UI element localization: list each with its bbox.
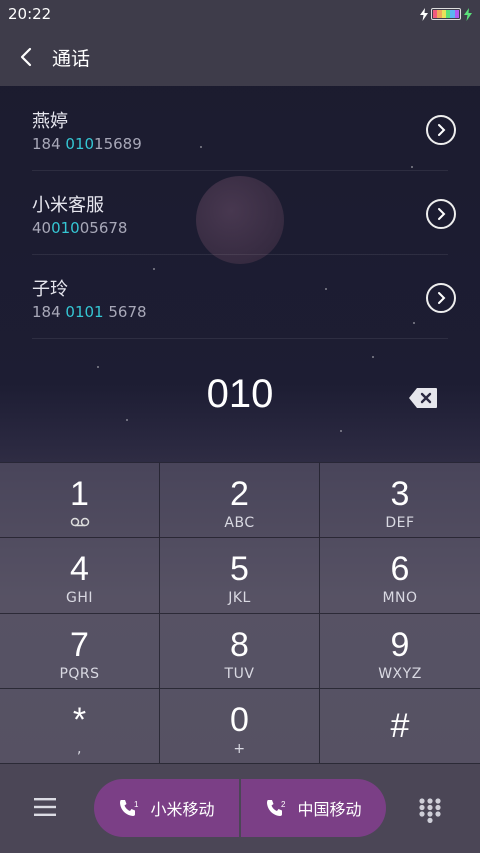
key-letters: DEF — [385, 515, 415, 531]
star — [372, 356, 374, 358]
contact-detail-button[interactable] — [426, 283, 456, 313]
key-letters: TUV — [224, 665, 255, 682]
dial-keypad: 1 2 ABC 3 DEF 4 GHI 5 JKL 6 MNO 7 PQRS 8… — [0, 462, 480, 764]
key-letters: + — [233, 740, 246, 757]
contact-number: 184 01015689 — [32, 135, 142, 153]
call-sim1-label: 小米移动 — [150, 800, 215, 819]
contact-number: 4001005678 — [32, 219, 128, 237]
menu-icon[interactable] — [34, 798, 56, 816]
key-digit: 0 — [230, 700, 249, 739]
contact-item[interactable]: 子玲 184 0101 5678 — [32, 255, 456, 339]
key-digit: 1 — [70, 475, 89, 513]
call-sim1-button[interactable]: 1 小米移动 — [94, 779, 239, 837]
chevron-right-icon — [438, 124, 446, 136]
key-letters: PQRS — [59, 665, 100, 682]
charging-icon — [464, 7, 472, 21]
backspace-icon[interactable] — [408, 387, 438, 409]
svg-text:1: 1 — [134, 800, 139, 809]
bottom-bar: 1 小米移动 2 中国移动 — [0, 764, 480, 853]
phone-icon: 1 — [120, 800, 139, 816]
contact-item[interactable]: 小米客服 4001005678 — [32, 171, 456, 255]
key-digit: 6 — [390, 550, 410, 589]
key-letters: JKL — [228, 590, 251, 607]
key-digit: 2 — [230, 475, 249, 513]
status-time: 20:22 — [8, 5, 52, 23]
contact-detail-button[interactable] — [426, 115, 456, 145]
charging-icon — [420, 7, 428, 21]
key-star[interactable]: * , — [0, 688, 160, 764]
key-letters: , — [77, 740, 82, 757]
key-digit: 5 — [230, 550, 249, 589]
key-6[interactable]: 6 MNO — [320, 538, 480, 614]
key-digit: 7 — [70, 625, 89, 664]
key-digit: # — [390, 706, 410, 745]
contact-detail-button[interactable] — [426, 199, 456, 229]
contact-name: 小米客服 — [32, 195, 104, 216]
star — [126, 419, 128, 421]
contact-name: 燕婷 — [32, 111, 68, 132]
call-sim2-button[interactable]: 2 中国移动 — [241, 779, 386, 837]
star — [97, 366, 99, 368]
phone-icon: 2 — [267, 800, 286, 816]
key-digit: 8 — [230, 625, 249, 664]
key-4[interactable]: 4 GHI — [0, 538, 160, 614]
chevron-right-icon — [438, 208, 446, 220]
key-7[interactable]: 7 PQRS — [0, 613, 160, 689]
svg-text:2: 2 — [281, 800, 286, 809]
page-title: 通话 — [52, 47, 91, 70]
status-bar: 20:22 — [0, 0, 480, 28]
key-8[interactable]: 8 TUV — [160, 613, 320, 689]
app-header: 通话 — [0, 28, 480, 86]
key-letters: GHI — [65, 590, 93, 607]
key-0[interactable]: 0 + — [160, 688, 320, 764]
key-digit: * — [72, 700, 87, 739]
voicemail-icon — [70, 517, 89, 527]
contact-item[interactable]: 燕婷 184 01015689 — [32, 87, 456, 171]
status-icons — [420, 7, 472, 21]
key-1[interactable]: 1 — [0, 463, 160, 539]
contact-name: 子玲 — [32, 279, 68, 300]
key-2[interactable]: 2 ABC — [160, 463, 320, 539]
contact-number: 184 0101 5678 — [32, 303, 147, 321]
key-digit: 4 — [70, 550, 89, 589]
back-icon[interactable] — [0, 28, 52, 86]
key-3[interactable]: 3 DEF — [320, 463, 480, 539]
battery-icon — [431, 8, 461, 20]
key-letters: ABC — [224, 515, 255, 531]
chevron-right-icon — [438, 292, 446, 304]
star — [340, 430, 342, 432]
key-digit: 9 — [390, 625, 410, 664]
key-letters: MNO — [382, 590, 418, 607]
key-letters: WXYZ — [378, 665, 422, 682]
key-hash[interactable]: # — [320, 689, 480, 764]
key-9[interactable]: 9 WXYZ — [320, 614, 480, 689]
dialpad-icon[interactable] — [418, 797, 442, 823]
call-sim2-label: 中国移动 — [297, 800, 362, 819]
key-5[interactable]: 5 JKL — [160, 538, 320, 614]
key-digit: 3 — [390, 475, 410, 513]
